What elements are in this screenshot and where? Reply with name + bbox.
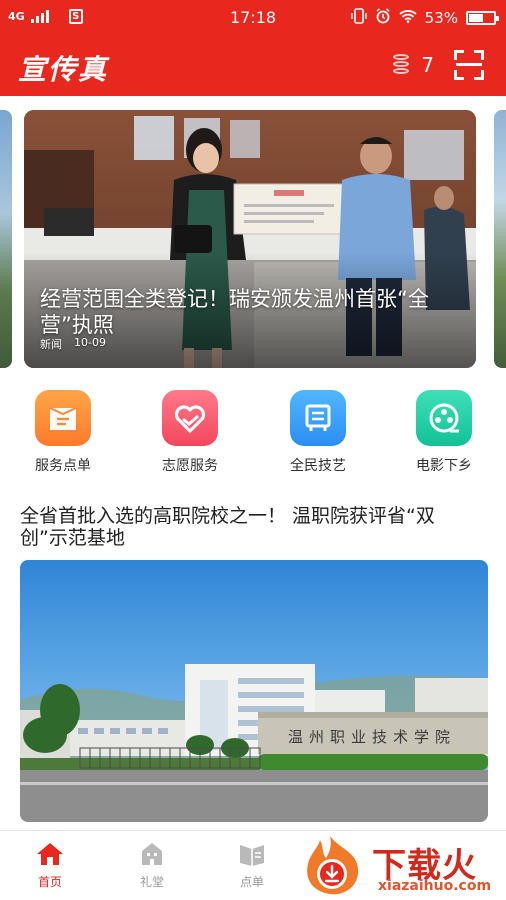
menu-item-volunteer[interactable]: 志愿服务 (145, 390, 235, 475)
article-title[interactable]: 全省首批入选的高职院校之一！ 温职院获评省“双创”示范基地 (20, 505, 460, 549)
order-icon (238, 841, 266, 867)
menu-label: 志愿服务 (162, 458, 218, 474)
watermark-logo: 下载火 xiazaihuo.com (300, 832, 502, 898)
menu-list-icon (35, 390, 91, 446)
slide-title: 经营范围全类登记！瑞安颁发温州首张“全营”执照 (40, 287, 429, 337)
menu-item-skills[interactable]: 全民技艺 (273, 390, 363, 475)
film-reel-icon (416, 390, 472, 446)
nav-label: 点单 (239, 875, 264, 889)
menu-item-service-order[interactable]: 服务点单 (18, 390, 108, 475)
hall-icon (138, 841, 166, 867)
battery-icon (466, 11, 499, 25)
watermark-url: xiazaihuo.com (378, 878, 492, 894)
menu-label: 全民技艺 (290, 458, 346, 474)
nav-label: 首页 (37, 875, 62, 889)
app-logo: 宣传真 (18, 53, 109, 86)
article-image[interactable]: 温州职业技术学院 (20, 560, 488, 822)
carousel-next-slide[interactable] (494, 110, 506, 368)
carousel-slide[interactable]: 经营范围全类登记！瑞安颁发温州首张“全营”执照 新闻 10-09 (24, 110, 476, 368)
coins-button[interactable]: 7 (393, 53, 434, 77)
scan-icon[interactable] (454, 50, 484, 80)
alarm-icon (375, 8, 391, 28)
menu-label: 服务点单 (35, 458, 91, 474)
slide-meta: 新闻 10-09 (40, 336, 106, 352)
status-right: 53% (350, 8, 499, 28)
article-photo: 温州职业技术学院 (20, 560, 488, 822)
menu-item-film[interactable]: 电影下乡 (399, 390, 489, 475)
app-bar: 宣传真 7 (0, 36, 506, 96)
campus-sign: 温州职业技术学院 (288, 728, 456, 746)
slide-category: 新闻 (40, 338, 62, 351)
carousel-prev-slide[interactable] (0, 110, 12, 368)
coins-icon (393, 54, 413, 76)
nav-item-hall[interactable]: 礼堂 (122, 841, 182, 890)
nav-label: 礼堂 (139, 875, 164, 889)
nav-item-home[interactable]: 首页 (20, 841, 80, 890)
slide-date: 10-09 (74, 336, 106, 349)
banner-carousel[interactable]: 经营范围全类登记！瑞安颁发温州首张“全营”执照 新闻 10-09 (0, 110, 506, 368)
battery-percent: 53% (424, 9, 458, 27)
coin-count: 7 (421, 53, 434, 77)
frame-icon (290, 390, 346, 446)
quick-menu: 服务点单 志愿服务 全民技艺 电影下乡 (0, 390, 506, 480)
flame-icon (307, 836, 359, 895)
nav-item-order[interactable]: 点单 (222, 841, 282, 890)
menu-label: 电影下乡 (416, 458, 472, 474)
heart-hand-icon (162, 390, 218, 446)
vibrate-icon (350, 8, 367, 28)
wifi-icon (399, 9, 417, 27)
status-bar: 4G S 17:18 53% (0, 0, 506, 36)
home-icon (36, 841, 64, 867)
